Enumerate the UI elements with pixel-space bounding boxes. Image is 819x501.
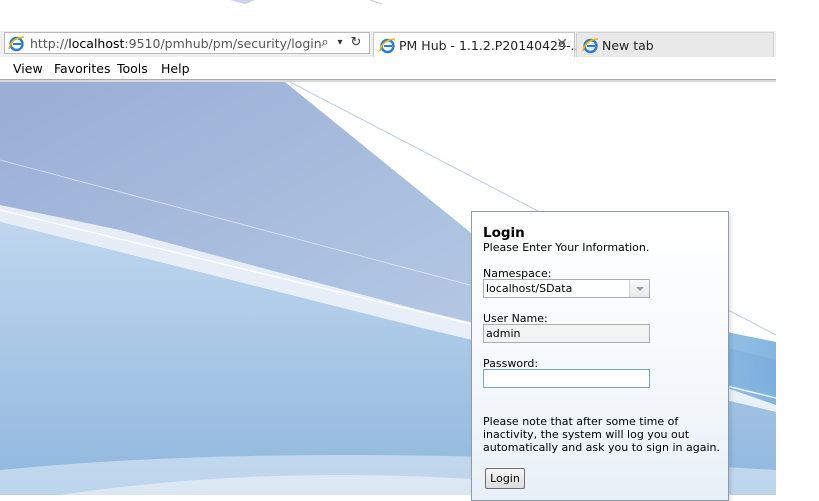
namespace-select[interactable]: localhost/SData <box>483 279 650 298</box>
menu-item-help[interactable]: Help <box>161 61 190 76</box>
login-title: Login <box>483 225 525 241</box>
address-bar[interactable]: http://localhost:9510/pmhub/pm/security/… <box>4 32 370 54</box>
search-icon[interactable]: ⌕ <box>318 35 332 51</box>
password-field[interactable] <box>483 369 650 388</box>
menu-bar: View Favorites Tools Help <box>0 57 776 80</box>
username-field[interactable] <box>483 324 650 343</box>
inactivity-note: Please note that after some time of inac… <box>483 415 721 454</box>
tab-label: PM Hub - 1.1.2.P20140429-... <box>399 38 583 53</box>
menu-item-view[interactable]: View <box>13 61 43 76</box>
refresh-icon[interactable]: ↻ <box>349 35 363 51</box>
internet-explorer-icon <box>379 38 396 54</box>
window-titlebar <box>0 0 776 31</box>
chevron-down-icon[interactable]: ▾ <box>335 35 345 51</box>
login-button[interactable]: Login <box>485 468 525 489</box>
chevron-down-icon[interactable] <box>629 280 649 297</box>
internet-explorer-icon <box>582 38 599 54</box>
titlebar-decoration <box>0 0 383 5</box>
login-panel: Login Please Enter Your Information. Nam… <box>471 211 729 501</box>
navigation-row: http://localhost:9510/pmhub/pm/security/… <box>0 31 776 57</box>
tab-label: New tab <box>602 38 654 53</box>
tab-pm-hub[interactable]: PM Hub - 1.1.2.P20140429-... ✕ <box>373 32 582 57</box>
menu-item-tools[interactable]: Tools <box>117 61 148 76</box>
url-host: localhost <box>68 36 125 51</box>
namespace-value: localhost/SData <box>486 282 573 295</box>
internet-explorer-icon <box>8 36 25 52</box>
close-icon[interactable]: ✕ <box>556 36 568 52</box>
url-prefix: http:// <box>30 36 69 51</box>
login-subtitle: Please Enter Your Information. <box>483 241 650 254</box>
tab-new[interactable]: New tab <box>576 32 774 57</box>
address-url[interactable]: http://localhost:9510/pmhub/pm/security/… <box>30 36 322 51</box>
menu-item-favorites[interactable]: Favorites <box>54 61 110 76</box>
url-path: :9510/pmhub/pm/security/login <box>124 36 322 51</box>
